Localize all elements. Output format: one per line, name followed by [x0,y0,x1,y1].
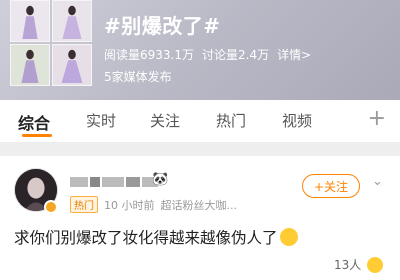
post-time: 10 小时前 [104,198,155,212]
thumbnail-image [52,44,92,86]
thumbnail-image [10,0,50,42]
tab-hot[interactable]: 热门 [216,110,246,131]
chevron-right-icon: > [301,48,312,62]
details-link[interactable]: 详情> [277,46,311,63]
details-label: 详情 [277,48,302,62]
media-count: 5家媒体发布 [104,70,172,84]
verified-badge-icon [44,200,58,214]
topic-header: #别爆改了# 阅读量6933.1万 讨论量2.4万 详情> 5家媒体发布 [0,0,400,100]
hot-badge: 热门 [70,196,98,213]
section-divider [0,142,400,156]
like-count-label: 13人 [334,258,362,272]
topic-title: #别爆改了# [104,14,221,38]
thumbnail-image [52,0,92,42]
post-source: 超话粉丝大咖... [160,198,238,212]
tab-following[interactable]: 关注 [150,110,180,131]
tab-bar: 综合 实时 关注 热门 视频 [0,100,400,142]
like-count[interactable]: 13人 [334,256,384,273]
chevron-down-icon[interactable]: ⌄ [372,174,383,189]
active-tab-indicator [22,134,52,137]
discussion-count: 讨论量2.4万 [202,48,270,62]
post-card[interactable]: 🐼 热门 10 小时前 超话粉丝大咖... +关注 ⌄ 求你们别爆改了妆化得越来… [0,156,400,280]
tab-realtime[interactable]: 实时 [86,110,116,131]
post-meta: 热门 10 小时前 超话粉丝大咖... [70,196,237,213]
thumbnail-image [10,44,50,86]
tab-video[interactable]: 视频 [282,110,312,131]
read-count: 阅读量6933.1万 [104,48,194,62]
tab-comprehensive[interactable]: 综合 [18,110,50,134]
laugh-emoji-icon [367,256,384,273]
topic-thumbnails[interactable] [10,0,94,86]
add-tab-icon[interactable]: + [368,106,386,131]
topic-stats: 阅读量6933.1万 讨论量2.4万 详情> [104,46,311,63]
grimace-emoji-icon [279,228,298,246]
post-body: 求你们别爆改了妆化得越来越像伪人了 [14,229,278,247]
post-text: 求你们别爆改了妆化得越来越像伪人了 [14,226,298,248]
follow-button[interactable]: +关注 [302,174,360,198]
panda-emoji-icon: 🐼 [152,172,169,187]
